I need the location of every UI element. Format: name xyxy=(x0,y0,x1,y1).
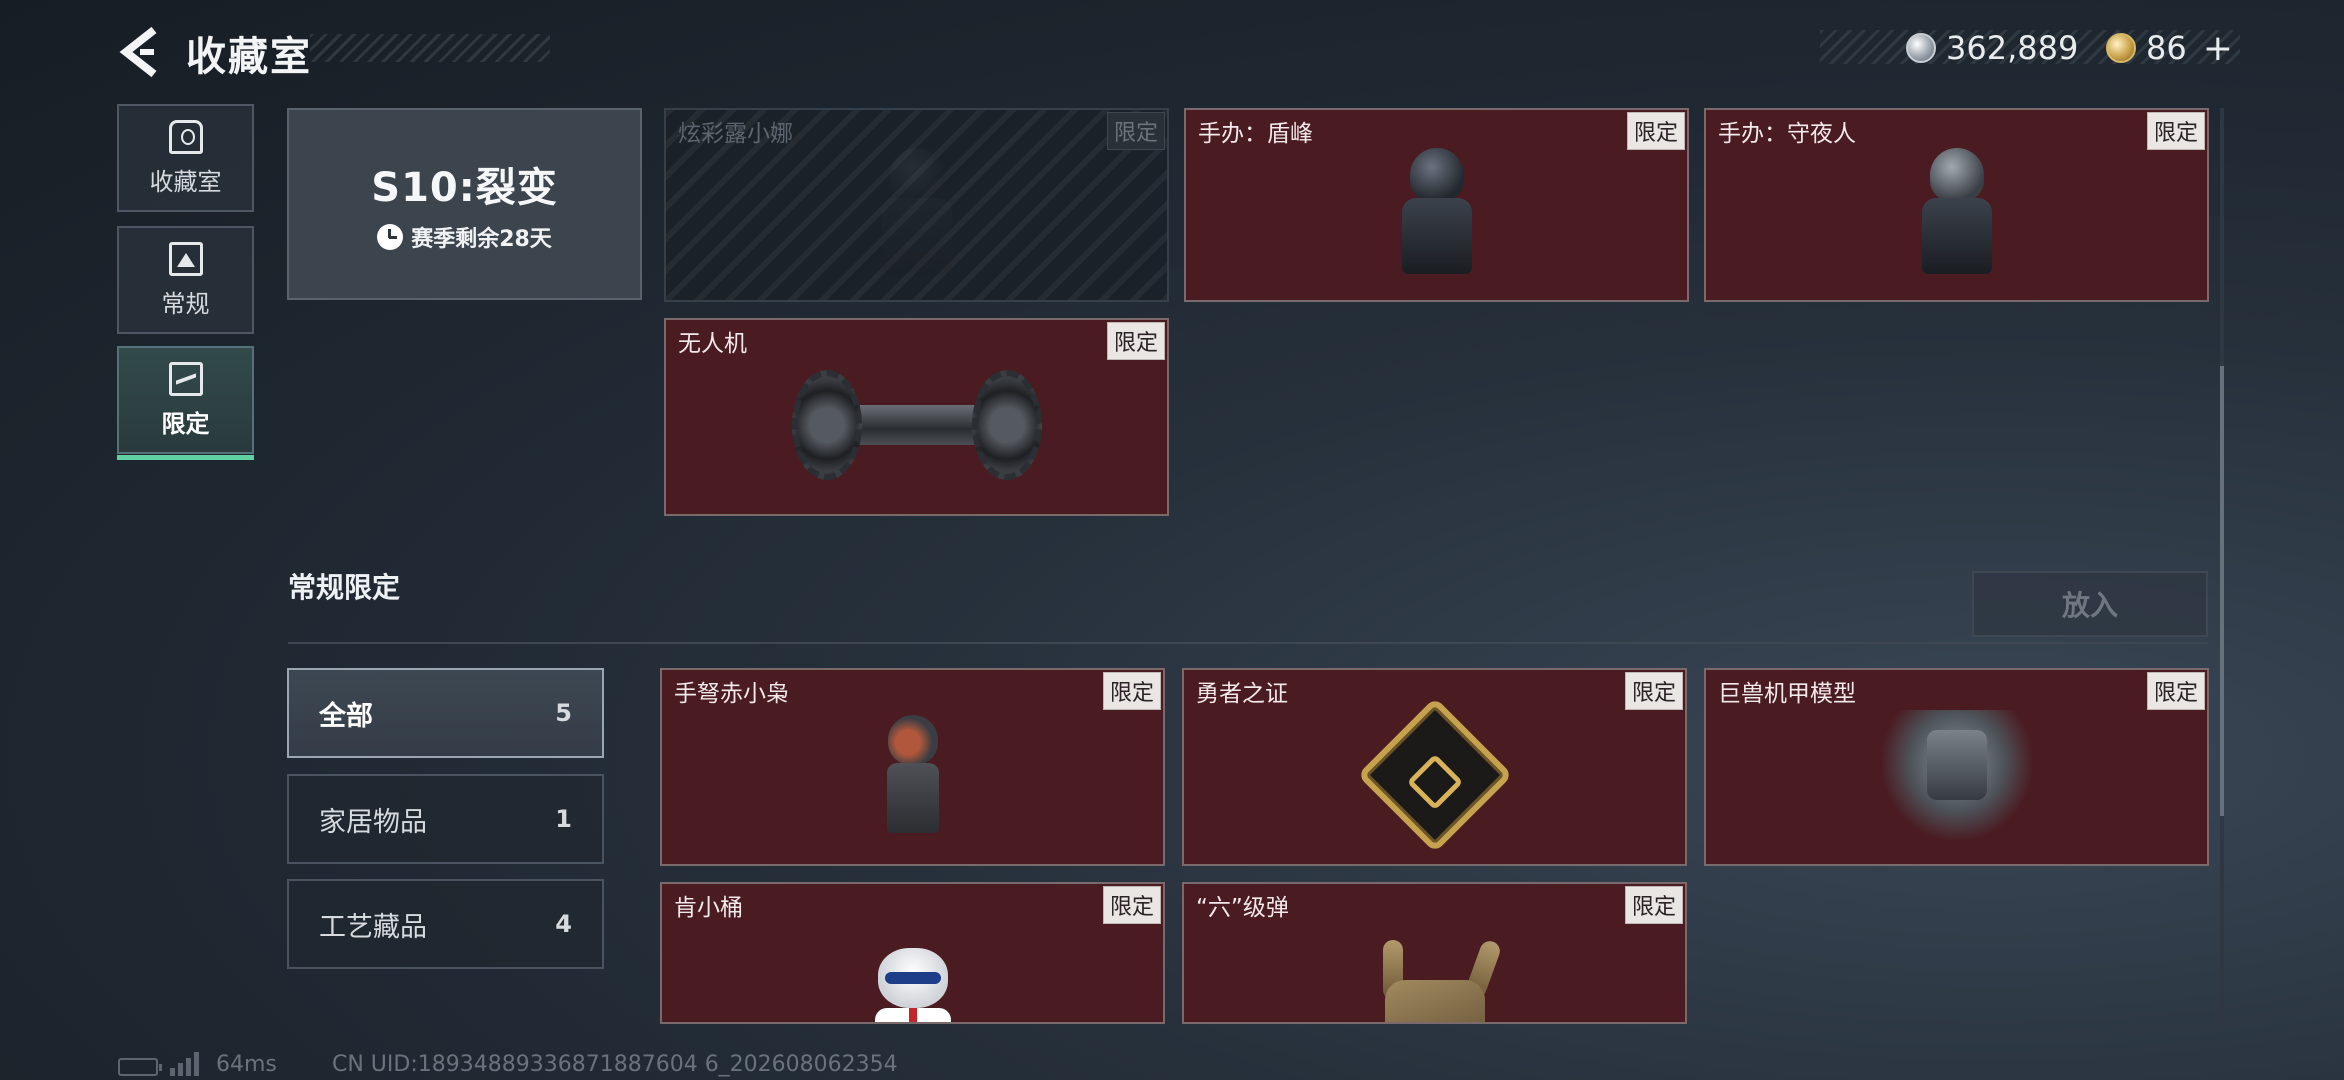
gold-coin-icon xyxy=(2106,33,2136,63)
gold-currency-value: 86 xyxy=(2146,29,2187,67)
signal-icon xyxy=(170,1052,204,1076)
filter-label: 全部 xyxy=(319,700,373,732)
sidebar-item-label: 限定 xyxy=(161,409,210,438)
sidebar-item-normal[interactable]: 常规 xyxy=(117,226,254,334)
item-art xyxy=(883,714,943,835)
gold-currency[interactable]: 86 + xyxy=(2106,26,2233,70)
clock-icon xyxy=(377,224,404,250)
sidebar-item-collection[interactable]: 收藏室 xyxy=(117,104,254,212)
user-uid: CN UID:18934889336871887604 6_2026080623… xyxy=(332,1052,898,1077)
item-name: 肯小桶 xyxy=(674,895,743,921)
item-name: 炫彩露小娜 xyxy=(678,121,793,147)
item-name: 勇者之证 xyxy=(1196,681,1288,707)
item-card[interactable]: 巨兽机甲模型 限定 xyxy=(1704,668,2209,866)
filter-count: 1 xyxy=(555,805,572,833)
back-arrow-icon[interactable] xyxy=(118,22,162,82)
filter-all[interactable]: 全部 5 xyxy=(287,668,604,758)
scrollbar-thumb[interactable] xyxy=(2220,366,2224,816)
battery-icon xyxy=(118,1058,162,1076)
season-card: S10:裂变 赛季剩余28天 xyxy=(287,108,642,300)
item-name: 手办：盾峰 xyxy=(1198,121,1313,147)
sidebar-item-label: 常规 xyxy=(161,289,210,318)
item-art xyxy=(873,948,953,1022)
item-card[interactable]: 炫彩露小娜 限定 xyxy=(664,108,1169,302)
limited-badge: 限定 xyxy=(2146,112,2205,150)
limited-badge: 限定 xyxy=(1106,322,1165,360)
collection-icon xyxy=(168,119,203,154)
item-name: 巨兽机甲模型 xyxy=(1718,681,1856,707)
section-divider xyxy=(288,642,2208,644)
filter-count: 4 xyxy=(555,910,572,938)
season-remaining: 赛季剩余28天 xyxy=(377,221,552,253)
limited-badge: 限定 xyxy=(2146,672,2205,710)
item-card[interactable]: 肯小桶 限定 xyxy=(660,882,1165,1024)
item-art xyxy=(1365,938,1505,1022)
sidebar-item-limited[interactable]: 限定 xyxy=(117,346,254,460)
page-title: 收藏室 xyxy=(186,34,312,80)
add-currency-icon[interactable]: + xyxy=(2203,28,2233,69)
limited-badge: 限定 xyxy=(1106,112,1165,150)
silver-currency-value: 362,889 xyxy=(1946,29,2079,67)
item-art xyxy=(881,147,952,278)
filter-count: 5 xyxy=(555,699,572,727)
ping-value: 64ms xyxy=(216,1052,277,1077)
limited-badge: 限定 xyxy=(1102,886,1161,924)
limited-icon xyxy=(168,361,203,396)
limited-badge: 限定 xyxy=(1624,672,1683,710)
section-title: 常规限定 xyxy=(288,571,401,604)
filter-craft-items[interactable]: 工艺藏品 4 xyxy=(287,879,604,969)
limited-badge: 限定 xyxy=(1624,886,1683,924)
item-art xyxy=(1881,709,2032,840)
filter-home-items[interactable]: 家居物品 1 xyxy=(287,774,604,864)
filter-label: 工艺藏品 xyxy=(319,911,427,943)
item-card[interactable]: “六”级弹 限定 xyxy=(1182,882,1687,1024)
title-decoration xyxy=(310,34,550,62)
filter-label: 家居物品 xyxy=(319,806,427,838)
item-card[interactable]: 手办：守夜人 限定 xyxy=(1704,108,2209,302)
item-art xyxy=(791,360,1042,490)
item-card[interactable]: 手办：盾峰 限定 xyxy=(1184,108,1689,302)
item-name: 无人机 xyxy=(678,331,747,357)
limited-badge: 限定 xyxy=(1626,112,1685,150)
item-card[interactable]: 勇者之证 限定 xyxy=(1182,668,1687,866)
item-name: “六”级弹 xyxy=(1196,895,1289,921)
item-name: 手弩赤小枭 xyxy=(674,681,789,707)
limited-badge: 限定 xyxy=(1102,672,1161,710)
item-art xyxy=(1921,147,1992,278)
season-remaining-text: 赛季剩余28天 xyxy=(411,227,552,252)
sidebar-item-label: 收藏室 xyxy=(149,167,222,196)
item-card[interactable]: 手弩赤小枭 限定 xyxy=(660,668,1165,866)
item-art xyxy=(1401,147,1472,278)
silver-coin-icon xyxy=(1906,33,1936,63)
silver-currency: 362,889 xyxy=(1906,26,2078,70)
item-name: 手办：守夜人 xyxy=(1718,121,1856,147)
item-card[interactable]: 无人机 限定 xyxy=(664,318,1169,516)
season-title: S10:裂变 xyxy=(371,165,558,211)
normal-icon xyxy=(168,241,203,276)
item-art xyxy=(1356,696,1513,853)
put-in-button[interactable]: 放入 xyxy=(1972,571,2208,637)
